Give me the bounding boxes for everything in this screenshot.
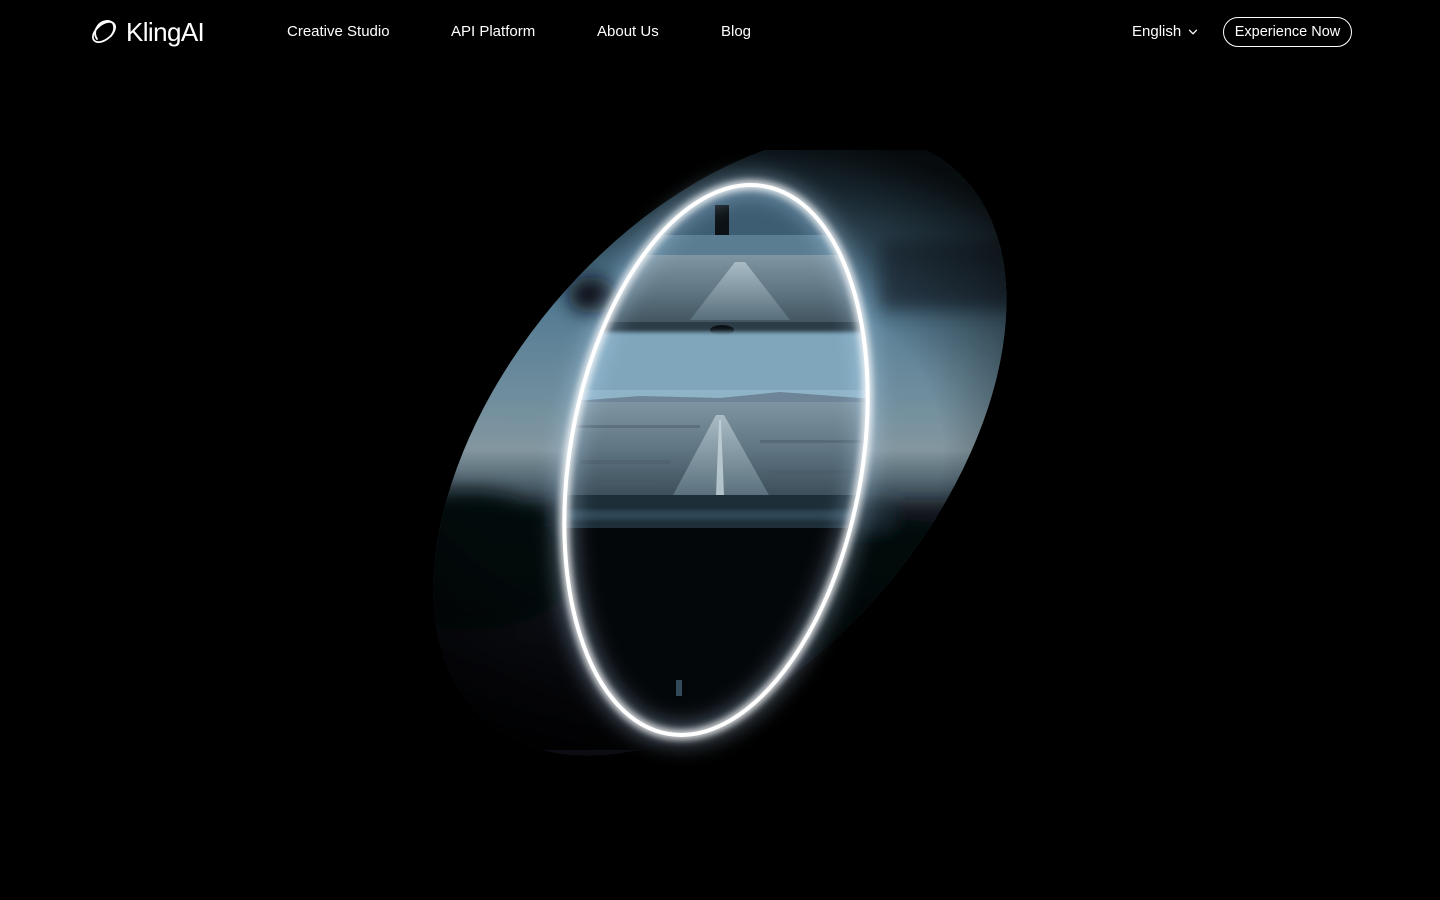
hero-visual [320,150,1100,760]
nav-about-us[interactable]: About Us [597,22,659,42]
hero-section [0,0,1440,900]
top-navigation: KlingAI Creative Studio API Platform Abo… [0,0,1440,64]
chevron-down-icon [1189,29,1198,35]
experience-now-button[interactable]: Experience Now [1223,17,1352,47]
brand-logo[interactable]: KlingAI [88,15,205,49]
kling-orbit-icon [92,20,116,44]
nav-creative-studio[interactable]: Creative Studio [287,22,390,42]
nav-blog[interactable]: Blog [721,22,751,42]
language-selector[interactable]: English [1132,22,1198,42]
language-label: English [1132,23,1182,40]
brand-name: KlingAI [126,17,205,47]
nav-api-platform[interactable]: API Platform [451,22,535,42]
